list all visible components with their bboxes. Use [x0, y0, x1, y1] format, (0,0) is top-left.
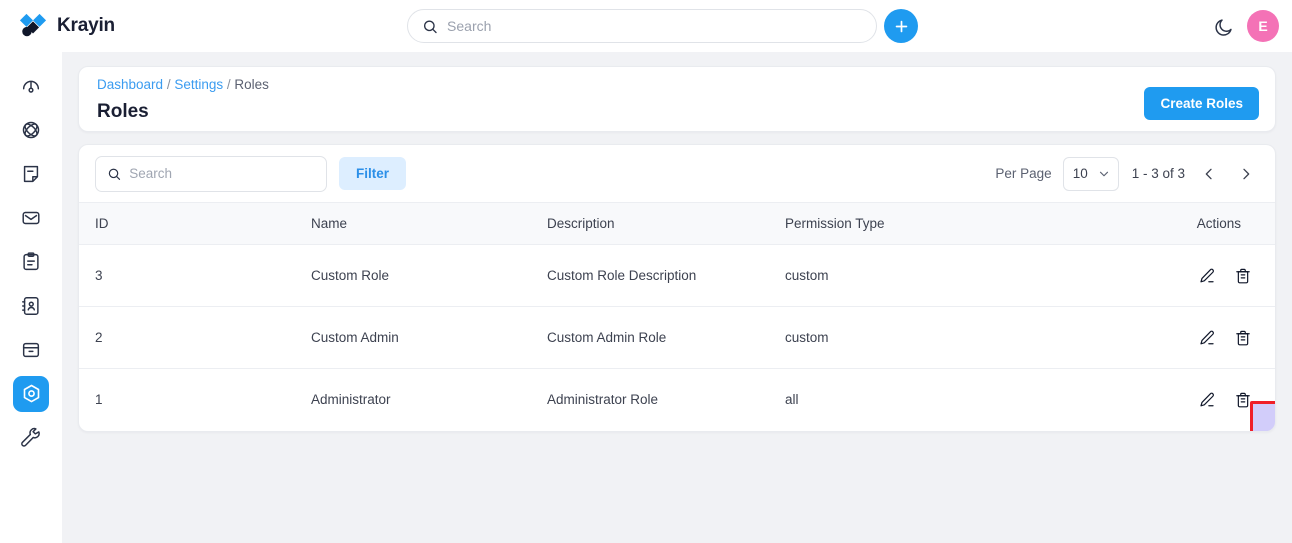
pagination-range: 1 - 3 of 3: [1131, 166, 1185, 181]
theme-toggle-button[interactable]: [1210, 14, 1236, 40]
column-header-actions: Actions: [1143, 202, 1275, 245]
cell-actions: [1143, 369, 1275, 431]
cell-name: Custom Role: [311, 244, 547, 307]
avatar-initial: E: [1258, 18, 1268, 34]
box-icon: [22, 342, 40, 358]
delete-role-button[interactable]: [1233, 390, 1253, 410]
moon-icon: [1214, 18, 1232, 36]
sidebar-item-mail[interactable]: [13, 200, 49, 236]
trash-icon: [1236, 330, 1250, 345]
column-header-id[interactable]: ID: [79, 202, 311, 245]
per-page-select[interactable]: 10: [1062, 156, 1119, 191]
sidebar-item-settings[interactable]: [13, 376, 49, 412]
atom-icon: [22, 121, 40, 139]
pagination-controls: Per Page 10 1 - 3 of 3: [995, 156, 1259, 191]
per-page-value: 10: [1072, 166, 1088, 181]
add-new-button[interactable]: [884, 9, 918, 43]
chevron-right-icon: [1243, 168, 1250, 179]
sidebar-item-configuration[interactable]: [13, 420, 49, 456]
brand[interactable]: Krayin: [18, 12, 115, 40]
search-icon: [108, 168, 121, 180]
cell-name: Administrator: [311, 392, 391, 408]
per-page-label: Per Page: [995, 166, 1052, 181]
roles-table-card: Filter Per Page 10 1 - 3 of 3: [78, 144, 1276, 432]
cell-actions: [1143, 306, 1275, 369]
cell-permission-type: all: [785, 392, 799, 408]
sidebar-rail: [0, 52, 62, 543]
cell-description: Custom Admin Role: [547, 306, 785, 369]
page-title: Roles: [97, 101, 149, 122]
plus-icon: [895, 20, 907, 32]
edit-role-button[interactable]: [1197, 328, 1217, 348]
column-header-name[interactable]: Name: [311, 202, 547, 245]
cell-id: 3: [79, 244, 311, 307]
sidebar-item-products[interactable]: [13, 332, 49, 368]
table-toolbar: Filter Per Page 10 1 - 3 of 3: [79, 145, 1275, 202]
edit-role-button[interactable]: [1197, 390, 1217, 410]
cell-description: Custom Role Description: [547, 244, 785, 307]
chevron-down-icon: [1099, 171, 1108, 176]
table-search[interactable]: [95, 155, 327, 192]
table-search-input[interactable]: [129, 166, 315, 181]
settings-hexagon-icon: [23, 384, 39, 402]
search-icon: [424, 19, 437, 33]
page-header-card: Dashboard / Settings / Roles Roles Creat…: [78, 66, 1276, 132]
breadcrumb-separator: /: [166, 77, 171, 92]
trash-icon: [1236, 268, 1250, 283]
trash-icon: [1236, 392, 1250, 408]
breadcrumb-item-settings[interactable]: Settings: [174, 77, 223, 92]
filter-button[interactable]: Filter: [339, 157, 407, 190]
breadcrumb-separator: /: [226, 77, 231, 92]
roles-table: ID Name Description Permission Type Acti…: [79, 202, 1275, 431]
cell-id: 2: [79, 306, 311, 369]
pencil-icon: [1200, 392, 1214, 407]
cell-description: Administrator Role: [547, 392, 659, 408]
sidebar-item-activities[interactable]: [13, 112, 49, 148]
pencil-icon: [1200, 268, 1214, 282]
contact-book-icon: [22, 297, 39, 315]
cell-id: 1: [95, 392, 103, 408]
table-header: ID Name Description Permission Type Acti…: [79, 202, 1275, 245]
global-search[interactable]: [407, 9, 877, 43]
edit-role-button[interactable]: [1197, 266, 1217, 286]
note-icon: [23, 165, 39, 183]
gauge-icon: [22, 80, 40, 93]
wrench-icon: [21, 427, 40, 447]
sidebar-item-dashboard[interactable]: [13, 68, 49, 104]
top-header-bar: Krayin E: [0, 0, 1292, 52]
chevron-left-icon: [1205, 168, 1212, 179]
breadcrumb-item-roles: Roles: [234, 77, 269, 92]
create-roles-button[interactable]: Create Roles: [1144, 87, 1259, 120]
cell-actions: [1143, 244, 1275, 307]
delete-role-button[interactable]: [1233, 328, 1253, 348]
breadcrumb-item-dashboard[interactable]: Dashboard: [97, 77, 163, 92]
table-row[interactable]: 2 Custom Admin Custom Admin Role custom: [79, 306, 1275, 369]
table-row[interactable]: 3 Custom Role Custom Role Description cu…: [79, 244, 1275, 307]
cell-name: Custom Admin: [311, 306, 547, 369]
breadcrumb: Dashboard / Settings / Roles: [97, 77, 1257, 92]
table-body: 3 Custom Role Custom Role Description cu…: [79, 244, 1275, 431]
mail-icon: [22, 211, 40, 225]
table-row[interactable]: 1 Administrator Administrator Role all: [79, 369, 1275, 431]
brand-name: Krayin: [57, 15, 115, 36]
sidebar-item-quotes[interactable]: [13, 244, 49, 280]
delete-role-button[interactable]: [1233, 266, 1253, 286]
cell-permission-type: custom: [785, 244, 1143, 307]
table-header-row: ID Name Description Permission Type Acti…: [79, 202, 1275, 245]
sidebar-item-contacts[interactable]: [13, 288, 49, 324]
search-input[interactable]: [447, 18, 862, 34]
clipboard-icon: [23, 252, 39, 271]
sidebar-item-notes[interactable]: [13, 156, 49, 192]
column-header-description[interactable]: Description: [547, 202, 785, 245]
main-content: Dashboard / Settings / Roles Roles Creat…: [62, 52, 1292, 543]
cell-permission-type: custom: [785, 306, 1143, 369]
pencil-icon: [1200, 330, 1214, 344]
previous-page-button[interactable]: [1196, 161, 1222, 187]
avatar[interactable]: E: [1247, 10, 1279, 42]
column-header-permission-type[interactable]: Permission Type: [785, 202, 1143, 245]
krayin-diamond-logo-icon: [19, 13, 47, 37]
next-page-button[interactable]: [1233, 161, 1259, 187]
